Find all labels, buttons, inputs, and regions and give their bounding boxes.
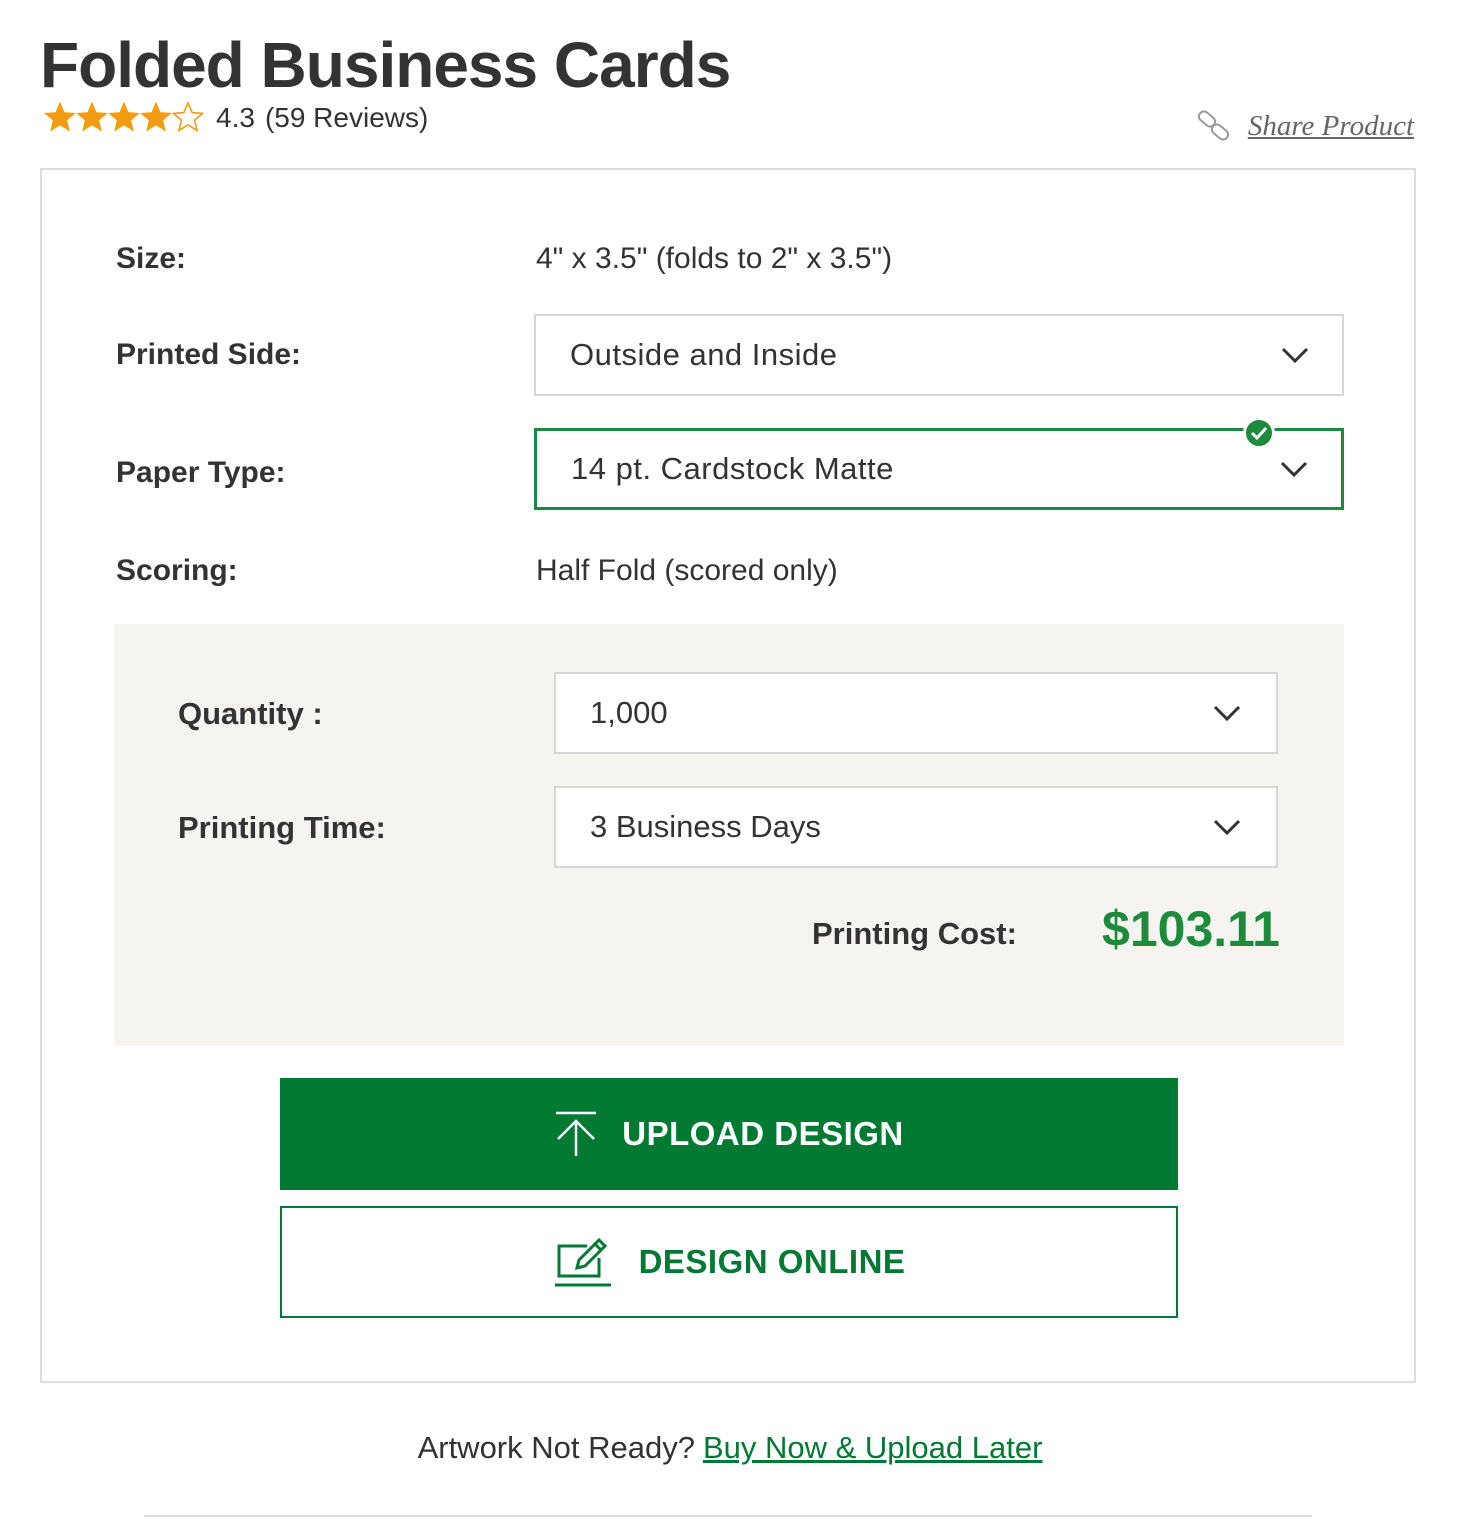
share-product-label[interactable]: Share Product <box>1248 110 1414 143</box>
upload-icon <box>556 1111 597 1156</box>
page-title: Folded Business Cards <box>40 29 731 101</box>
star-icon <box>172 101 204 135</box>
share-product-link[interactable]: Share Product <box>1194 106 1414 146</box>
upload-design-label: UPLOAD DESIGN <box>622 1115 904 1152</box>
size-value: 4" x 3.5" (folds to 2" x 3.5") <box>536 242 893 275</box>
printed-side-label: Printed Side: <box>116 338 302 371</box>
rating-value: 4.3 <box>216 102 255 133</box>
printing-time-select[interactable]: 3 Business Days <box>554 786 1278 868</box>
printed-side-select[interactable]: Outside and Inside <box>534 314 1344 396</box>
design-online-label: DESIGN ONLINE <box>638 1243 906 1280</box>
edit-icon <box>554 1237 611 1287</box>
quantity-label: Quantity : <box>178 696 323 731</box>
paper-type-value: 14 pt. Cardstock Matte <box>571 451 894 486</box>
product-rating[interactable]: 4.3 (59 Reviews) <box>44 100 428 136</box>
chevron-down-icon <box>1213 705 1241 722</box>
chevron-down-icon <box>1213 819 1241 836</box>
reviews-link[interactable]: (59 Reviews) <box>265 102 428 134</box>
star-icon <box>44 101 76 135</box>
divider <box>144 1515 1312 1517</box>
scoring-label: Scoring: <box>116 554 238 587</box>
size-label: Size: <box>116 242 187 275</box>
printing-cost-label: Printing Cost: <box>812 916 1017 951</box>
check-icon <box>1243 417 1275 449</box>
artwork-not-ready: Artwork Not Ready? Buy Now & Upload Later <box>0 1430 1460 1466</box>
quantity-value: 1,000 <box>590 695 668 730</box>
star-icon <box>140 101 172 135</box>
product-options-panel: Size: 4" x 3.5" (folds to 2" x 3.5") Pri… <box>40 168 1416 1383</box>
star-icon <box>76 101 108 135</box>
link-icon <box>1197 110 1229 141</box>
chevron-down-icon <box>1281 347 1309 364</box>
paper-type-label: Paper Type: <box>116 456 286 489</box>
chevron-down-icon <box>1280 461 1308 478</box>
star-icon <box>108 101 140 135</box>
quantity-select[interactable]: 1,000 <box>554 672 1278 754</box>
printing-cost-value: $103.11 <box>1102 901 1280 957</box>
design-online-button[interactable]: DESIGN ONLINE <box>280 1206 1178 1318</box>
buy-now-upload-later-link[interactable]: Buy Now & Upload Later <box>703 1430 1042 1465</box>
printing-time-label: Printing Time: <box>178 810 386 845</box>
rating-stars <box>44 101 204 135</box>
paper-type-select[interactable]: 14 pt. Cardstock Matte <box>534 417 1344 510</box>
pricing-box: Quantity : 1,000 Printing Time: 3 Busine… <box>114 624 1344 1046</box>
upload-design-button[interactable]: UPLOAD DESIGN <box>280 1078 1178 1190</box>
artwork-not-ready-text: Artwork Not Ready? <box>417 1430 695 1465</box>
printed-side-value: Outside and Inside <box>570 337 838 372</box>
printing-time-value: 3 Business Days <box>590 809 821 844</box>
scoring-value: Half Fold (scored only) <box>536 554 838 587</box>
